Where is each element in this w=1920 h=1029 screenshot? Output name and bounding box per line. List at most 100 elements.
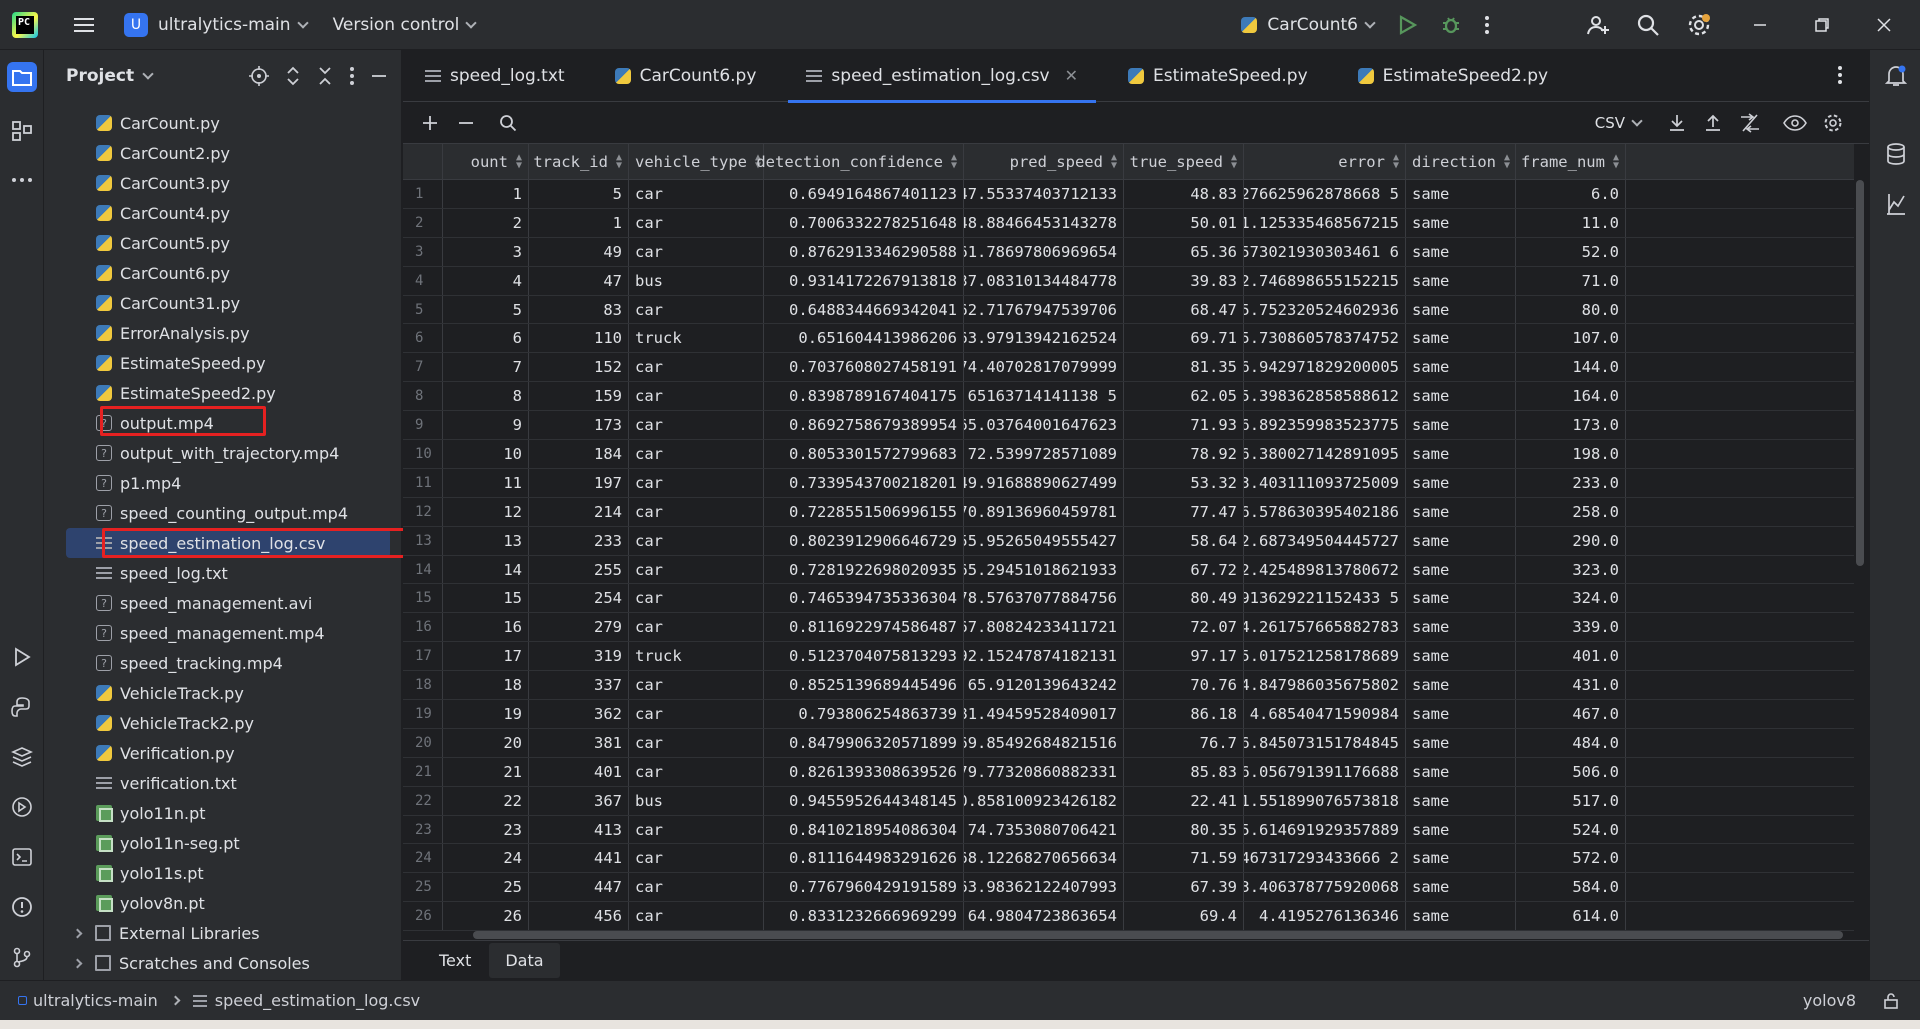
search-icon[interactable] bbox=[1636, 13, 1660, 37]
table-cell[interactable]: 17 bbox=[443, 642, 529, 671]
table-cell[interactable]: car bbox=[629, 844, 764, 873]
editor-tab[interactable]: EstimateSpeed.py bbox=[1110, 50, 1326, 102]
table-cell[interactable]: 14 bbox=[443, 555, 529, 584]
version-control-icon[interactable] bbox=[7, 942, 37, 972]
table-cell[interactable]: 6.0 bbox=[1516, 180, 1626, 208]
table-cell[interactable]: same bbox=[1406, 555, 1516, 584]
table-cell[interactable]: same bbox=[1406, 266, 1516, 295]
table-cell[interactable]: 0.6949164867401123 bbox=[764, 180, 964, 208]
table-cell[interactable]: 47.55337403712133 bbox=[964, 180, 1124, 208]
table-cell[interactable]: car bbox=[629, 584, 764, 613]
table-cell[interactable]: car bbox=[629, 208, 764, 237]
table-cell[interactable]: 0.7465394735336304 bbox=[764, 584, 964, 613]
table-cell[interactable]: same bbox=[1406, 844, 1516, 873]
table-cell[interactable]: 25 bbox=[443, 873, 529, 902]
table-cell[interactable]: 24 bbox=[443, 844, 529, 873]
table-cell[interactable]: truck bbox=[629, 642, 764, 671]
table-cell[interactable]: 69.85492684821516 bbox=[964, 728, 1124, 757]
table-cell[interactable]: bus bbox=[629, 266, 764, 295]
table-cell[interactable]: 517.0 bbox=[1516, 786, 1626, 815]
table-cell[interactable]: 81.49459528409017 bbox=[964, 700, 1124, 728]
tree-item[interactable]: CarCount4.py bbox=[44, 198, 402, 228]
table-cell[interactable]: 52.0 bbox=[1516, 237, 1626, 266]
table-cell[interactable]: 2.687349504445727 bbox=[1244, 526, 1406, 555]
table-cell[interactable]: 5.752320524602936 bbox=[1244, 295, 1406, 324]
table-cell[interactable]: same bbox=[1406, 526, 1516, 555]
table-cell[interactable]: 6.942971829200005 bbox=[1244, 353, 1406, 382]
tree-item[interactable]: ? speed_counting_output.mp4 bbox=[44, 498, 402, 528]
table-cell[interactable]: 447 bbox=[529, 873, 629, 902]
run-config-selector[interactable]: CarCount6 bbox=[1241, 15, 1376, 35]
tree-item[interactable]: ErrorAnalysis.py bbox=[44, 318, 402, 348]
table-cell[interactable]: 21 bbox=[443, 757, 529, 786]
editor-tab[interactable]: speed_estimation_log.csv ✕ bbox=[788, 50, 1096, 103]
table-cell[interactable]: car bbox=[629, 382, 764, 411]
column-header[interactable]: true_speed ▲ ▼ bbox=[1124, 144, 1244, 179]
table-cell[interactable]: 5 bbox=[529, 180, 629, 208]
table-cell[interactable]: 22 bbox=[443, 786, 529, 815]
table-cell[interactable]: 70.76 bbox=[1124, 671, 1244, 700]
run-tool-icon[interactable] bbox=[7, 642, 37, 672]
table-cell[interactable]: 79.77320860882331 bbox=[964, 757, 1124, 786]
table-cell[interactable]: 381 bbox=[529, 728, 629, 757]
table-cell[interactable]: 68.12268270656634 bbox=[964, 844, 1124, 873]
table-cell[interactable]: 524.0 bbox=[1516, 815, 1626, 844]
table-cell[interactable]: 339.0 bbox=[1516, 613, 1626, 642]
table-cell[interactable]: 1 bbox=[443, 180, 529, 208]
grid-settings-icon[interactable] bbox=[1823, 113, 1843, 133]
table-cell[interactable]: same bbox=[1406, 815, 1516, 844]
table-cell[interactable]: 5 bbox=[443, 295, 529, 324]
table-cell[interactable]: 0.7339543700218201 bbox=[764, 468, 964, 497]
table-cell[interactable]: 15 bbox=[443, 584, 529, 613]
table-cell[interactable]: truck bbox=[629, 324, 764, 353]
panel-options-icon[interactable] bbox=[349, 66, 355, 86]
table-cell[interactable]: 20.858100923426182 bbox=[964, 786, 1124, 815]
sort-icon[interactable]: ▲ ▼ bbox=[1231, 152, 1237, 170]
tree-item[interactable]: VehicleTrack2.py bbox=[44, 708, 402, 738]
tree-item[interactable]: CarCount31.py bbox=[44, 288, 402, 318]
table-cell[interactable]: car bbox=[629, 180, 764, 208]
table-cell[interactable]: 401.0 bbox=[1516, 642, 1626, 671]
table-cell[interactable]: 4.261757665882783 bbox=[1244, 613, 1406, 642]
python-console-icon[interactable] bbox=[7, 692, 37, 722]
column-header[interactable]: ount ▲ ▼ bbox=[443, 144, 529, 179]
tree-item[interactable]: ? speed_tracking.mp4 bbox=[44, 648, 402, 678]
table-cell[interactable]: 18 bbox=[443, 671, 529, 700]
table-cell[interactable]: same bbox=[1406, 440, 1516, 468]
table-cell[interactable]: 80.49 bbox=[1124, 584, 1244, 613]
problems-icon[interactable] bbox=[7, 892, 37, 922]
table-cell[interactable]: 23 bbox=[443, 815, 529, 844]
table-cell[interactable]: 0.8398789167404175 bbox=[764, 382, 964, 411]
chevron-right-icon[interactable] bbox=[72, 928, 83, 938]
python-packages-icon[interactable] bbox=[7, 742, 37, 772]
table-cell[interactable]: 3.403111093725009 bbox=[1244, 468, 1406, 497]
grid-search-icon[interactable] bbox=[499, 114, 517, 132]
table-cell[interactable]: 233.0 bbox=[1516, 468, 1626, 497]
column-header[interactable]: vehicle_type ▲ ▼ bbox=[629, 144, 764, 179]
table-cell[interactable]: 6.892359983523775 bbox=[1244, 411, 1406, 440]
tree-item[interactable]: speed_log.txt bbox=[44, 558, 402, 588]
tree-item[interactable]: ? output_with_trajectory.mp4 bbox=[44, 438, 402, 468]
view-tab-data[interactable]: Data bbox=[489, 943, 560, 978]
table-cell[interactable]: 16 bbox=[443, 613, 529, 642]
table-cell[interactable]: same bbox=[1406, 642, 1516, 671]
table-cell[interactable]: 6.056791391176688 bbox=[1244, 757, 1406, 786]
view-eye-icon[interactable] bbox=[1783, 113, 1807, 133]
table-cell[interactable]: 5.398362858588612 bbox=[1244, 382, 1406, 411]
table-cell[interactable]: car bbox=[629, 526, 764, 555]
table-cell[interactable]: 1 bbox=[529, 208, 629, 237]
table-cell[interactable]: 65.29451018621933 bbox=[964, 555, 1124, 584]
run-icon[interactable] bbox=[1396, 14, 1418, 36]
table-cell[interactable]: 1.913629221152433 5 bbox=[1244, 584, 1406, 613]
table-cell[interactable]: car bbox=[629, 902, 764, 931]
table-cell[interactable]: 61.78697806969654 bbox=[964, 237, 1124, 266]
editor-tab[interactable]: CarCount6.py bbox=[597, 50, 775, 102]
table-cell[interactable]: same bbox=[1406, 382, 1516, 411]
table-cell[interactable]: 3.573021930303461 6 bbox=[1244, 237, 1406, 266]
table-cell[interactable]: 64.9804723863654 bbox=[964, 902, 1124, 931]
table-cell[interactable]: 49 bbox=[529, 237, 629, 266]
table-cell[interactable]: 67.72 bbox=[1124, 555, 1244, 584]
table-cell[interactable]: 62.71767947539706 bbox=[964, 295, 1124, 324]
table-cell[interactable]: 39.83 bbox=[1124, 266, 1244, 295]
table-cell[interactable]: same bbox=[1406, 728, 1516, 757]
